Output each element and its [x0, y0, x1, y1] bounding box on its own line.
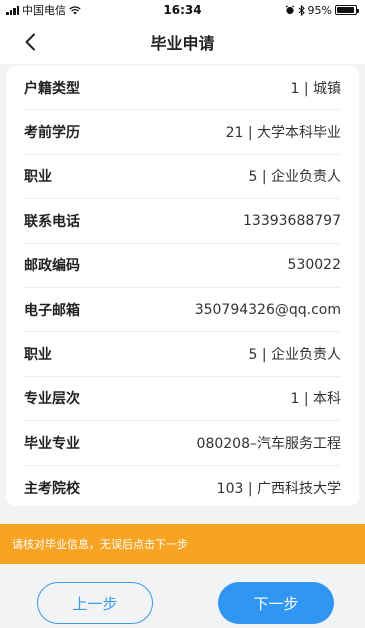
signal-icon	[6, 5, 19, 15]
row-value: 21 | 大学本科毕业	[225, 125, 341, 142]
bluetooth-icon	[298, 4, 305, 16]
status-right: 95%	[285, 3, 359, 17]
info-row-occupation: 职业 5 | 企业负责人	[24, 155, 341, 200]
row-value: 1 | 本科	[290, 391, 341, 408]
info-row-postal-code: 邮政编码 530022	[24, 244, 341, 288]
row-label: 考前学历	[24, 125, 80, 142]
wifi-icon	[69, 5, 81, 14]
row-label: 主考院校	[24, 480, 80, 497]
previous-step-button[interactable]: 上一步	[37, 582, 153, 624]
carrier-label: 中国电信	[22, 4, 66, 17]
info-row-email: 电子邮箱 350794326@qq.com	[24, 288, 341, 333]
row-value: 350794326@qq.com	[194, 301, 341, 318]
info-row-degree-level: 专业层次 1 | 本科	[24, 377, 341, 422]
battery-level	[337, 7, 355, 13]
battery-icon	[335, 5, 359, 15]
page-title: 毕业申请	[150, 34, 215, 53]
row-value: 103 | 广西科技大学	[216, 480, 341, 497]
row-value: 530022	[287, 257, 341, 274]
info-row-major: 毕业专业 080208–汽车服务工程	[24, 421, 341, 466]
row-label: 联系电话	[24, 213, 80, 230]
row-label: 专业层次	[24, 391, 80, 408]
notice-banner: 请核对毕业信息，无误后点击下一步	[0, 524, 365, 564]
row-value: 1 | 城镇	[290, 80, 341, 97]
nav-bar: 毕业申请	[0, 20, 365, 64]
row-label: 电子邮箱	[24, 302, 80, 319]
info-row-occupation-2: 职业 5 | 企业负责人	[24, 332, 341, 377]
row-value: 080208–汽车服务工程	[196, 435, 341, 452]
info-row-exam-school: 主考院校 103 | 广西科技大学	[24, 466, 341, 510]
back-button[interactable]	[14, 26, 46, 58]
row-label: 职业	[24, 169, 52, 186]
status-bar: 中国电信 16:34 95%	[0, 0, 365, 20]
row-label: 邮政编码	[24, 258, 80, 275]
battery-percent: 95%	[307, 3, 332, 17]
row-label: 职业	[24, 347, 52, 364]
row-label: 户籍类型	[24, 80, 80, 97]
info-card: 户籍类型 1 | 城镇 考前学历 21 | 大学本科毕业 职业 5 | 企业负责…	[6, 66, 359, 506]
chevron-left-icon	[25, 33, 35, 51]
row-label: 毕业专业	[24, 435, 80, 452]
info-row-phone: 联系电话 13393688797	[24, 199, 341, 244]
next-step-button[interactable]: 下一步	[218, 582, 334, 624]
status-left: 中国电信	[6, 2, 81, 18]
alarm-icon	[285, 5, 294, 15]
row-value: 13393688797	[243, 212, 341, 229]
info-row-household-type: 户籍类型 1 | 城镇	[24, 66, 341, 111]
row-value: 5 | 企业负责人	[248, 347, 341, 364]
row-value: 5 | 企业负责人	[248, 169, 341, 186]
info-row-prior-education: 考前学历 21 | 大学本科毕业	[24, 110, 341, 155]
